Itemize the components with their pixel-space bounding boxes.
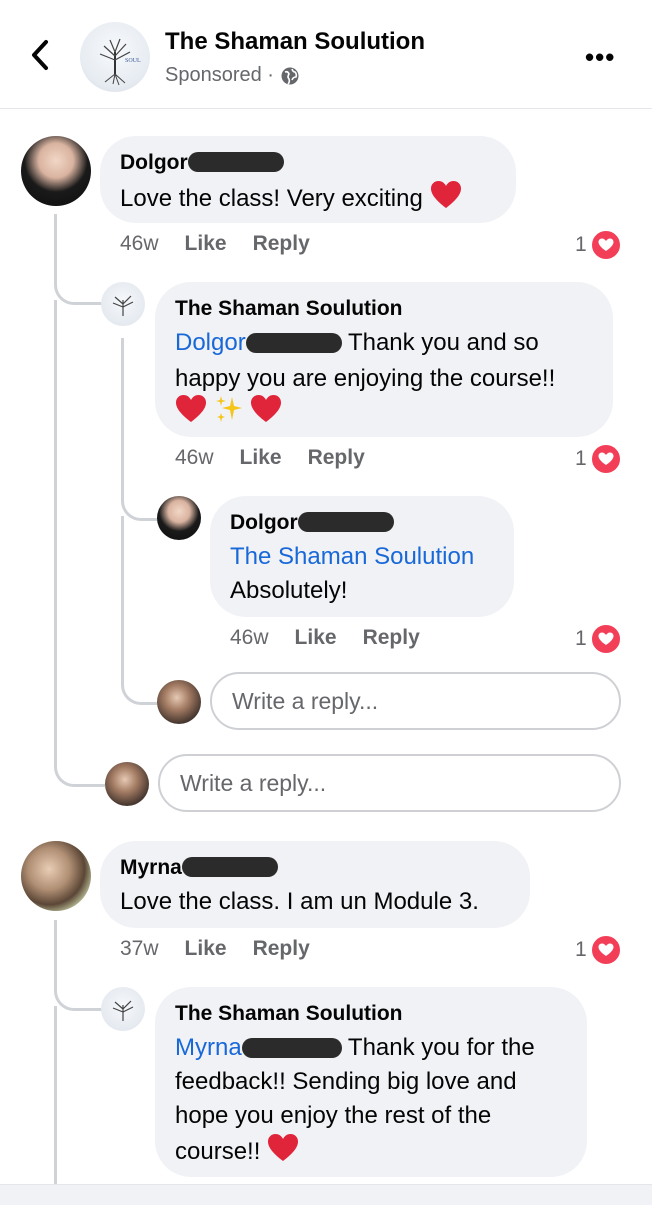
avatar[interactable] [21,841,91,911]
comment-text: course!! [175,1133,299,1169]
comment-author[interactable]: The Shaman Soulution [175,1002,403,1026]
like-button[interactable]: Like [295,626,337,649]
thread-line [54,920,105,1011]
love-reaction-icon [589,623,622,655]
thread-line [54,1006,57,1184]
reaction-number: 1 [575,233,587,256]
thread-line [54,300,105,787]
reply-input[interactable]: Write a reply... [158,754,621,812]
sparkles-emoji [215,396,242,422]
reaction-number: 1 [575,627,587,650]
author-name[interactable]: Dolgor [230,511,298,534]
like-button[interactable]: Like [240,446,282,469]
like-button[interactable]: Like [185,232,227,255]
love-reaction-icon [589,934,622,966]
comment-text: Love the class! Very exciting [120,180,462,216]
love-reaction-icon [589,443,622,475]
reply-button[interactable]: Reply [253,937,310,960]
reply-button[interactable]: Reply [253,232,310,255]
sponsored-text: Sponsored · [165,64,274,86]
mention-link[interactable]: Dolgor [175,329,342,356]
back-chevron-icon[interactable] [26,38,56,72]
author-name[interactable]: Myrna [120,856,182,879]
globe-icon [281,67,299,85]
reaction-number: 1 [575,938,587,961]
heart-emoji [176,395,206,422]
post-header: SOUL The Shaman Soulution Sponsored · ••… [0,0,652,109]
mention-link[interactable]: Myrna [175,1034,342,1061]
avatar[interactable] [101,987,145,1031]
avatar[interactable] [21,136,91,206]
comment-meta: 46w Like Reply [120,232,310,256]
comment-text-body: Love the class! Very exciting [120,185,423,212]
thread-line [54,214,105,305]
comment-line: Thank you for the [347,1034,535,1061]
reply-input[interactable]: Write a reply... [210,672,621,730]
comment-author[interactable]: Dolgor [230,511,394,535]
tree-logo-icon [112,295,134,316]
redacted-surname [181,857,278,877]
reply-button[interactable]: Reply [363,626,420,649]
author-name[interactable]: Dolgor [120,151,188,174]
tree-logo-icon: SOUL [99,38,141,86]
emoji-line [175,394,282,430]
comment-meta: 46w Like Reply [175,446,365,470]
comment-text: feedback!! Sending big love and [175,1068,517,1095]
comment-text: Absolutely! [230,577,348,604]
reaction-count[interactable]: 1 [575,443,622,475]
timestamp[interactable]: 37w [120,937,159,960]
comment-author[interactable]: Myrna [120,856,278,880]
redacted-surname [187,152,284,172]
comment-line: Thank you and so [347,329,539,356]
redacted-surname [241,1038,342,1058]
comment-meta: 46w Like Reply [230,626,420,650]
timestamp[interactable]: 46w [230,626,269,649]
current-user-avatar [157,680,201,724]
thread-line [121,516,160,705]
avatar[interactable] [101,282,145,326]
timestamp[interactable]: 46w [175,446,214,469]
comment-text: Myrna Thank you for the [175,1031,535,1065]
like-button[interactable]: Like [185,937,227,960]
page-name[interactable]: The Shaman Soulution [165,28,425,56]
mention-name[interactable]: Dolgor [175,329,246,356]
redacted-surname [245,333,342,353]
reaction-count[interactable]: 1 [575,229,622,261]
comment-meta: 37w Like Reply [120,937,310,961]
comment-author[interactable]: The Shaman Soulution [175,297,403,321]
love-reaction-icon [589,229,622,261]
reaction-count[interactable]: 1 [575,934,622,966]
comment-text: Dolgor Thank you and so [175,326,539,360]
mention-name[interactable]: Myrna [175,1034,242,1061]
svg-text:SOUL: SOUL [125,58,141,64]
heart-emoji [251,395,282,422]
timestamp[interactable]: 46w [120,232,159,255]
comment-line: course!! [175,1138,261,1165]
comment-text: hope you enjoy the rest of the [175,1102,492,1129]
tree-logo-icon [112,1000,134,1021]
heart-emoji [430,181,461,208]
mention-link[interactable]: The Shaman Soulution [230,540,474,574]
avatar[interactable] [157,496,201,540]
page-avatar[interactable]: SOUL [80,22,150,92]
redacted-surname [297,512,394,532]
reply-button[interactable]: Reply [308,446,365,469]
comment-text: Love the class. I am un Module 3. [120,888,479,915]
sponsored-label: Sponsored · [165,64,300,87]
heart-emoji [268,1134,299,1161]
more-icon[interactable]: ••• [585,42,615,73]
reaction-number: 1 [575,447,587,470]
reaction-count[interactable]: 1 [575,623,622,655]
comment-author[interactable]: Dolgor [120,151,284,175]
current-user-avatar [105,762,149,806]
comment-text: happy you are enjoying the course!! [175,365,556,392]
bottom-bar [0,1184,652,1205]
